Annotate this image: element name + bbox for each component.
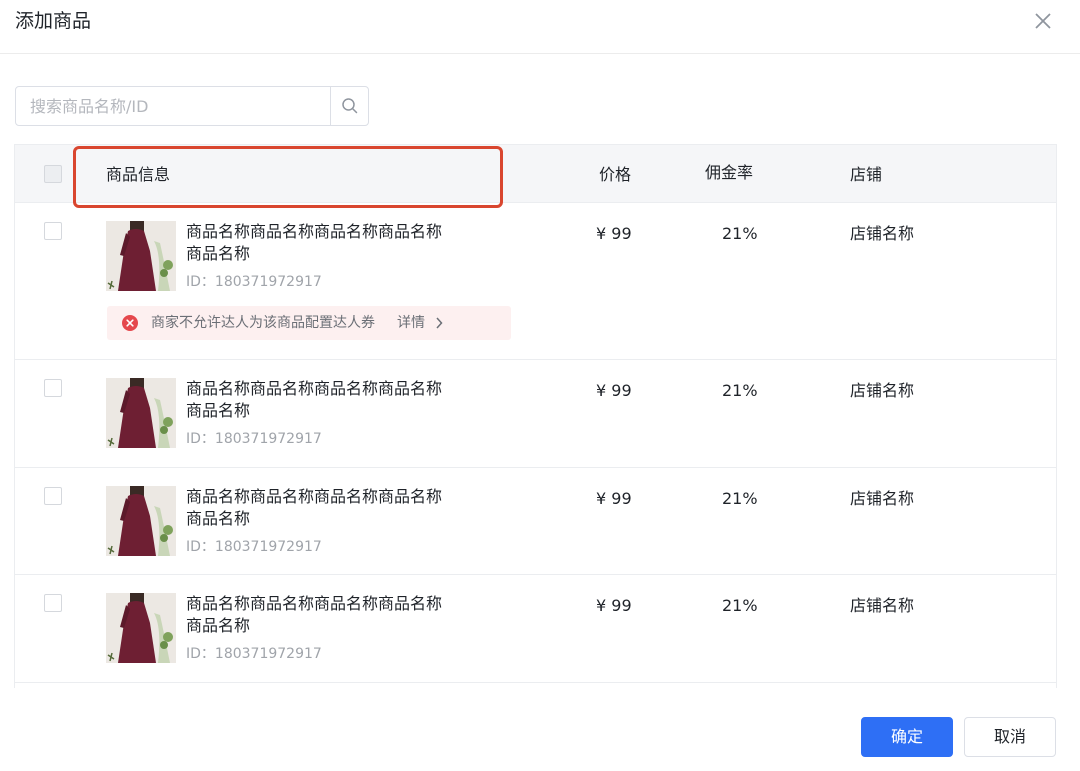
table-row: 商品名称商品名称商品名称商品名称 商品名称 ID：180371972917 ¥ … bbox=[15, 468, 1056, 575]
product-name: 商品名称商品名称商品名称商品名称 bbox=[186, 379, 443, 398]
row-checkbox[interactable] bbox=[44, 487, 62, 505]
product-name: 商品名称商品名称商品名称商品名称 bbox=[186, 487, 443, 506]
select-all-checkbox[interactable] bbox=[44, 165, 62, 183]
search-icon bbox=[342, 98, 358, 114]
commission-rate: 21% bbox=[722, 381, 758, 400]
shop-name: 店铺名称 bbox=[850, 489, 915, 508]
product-name-line2: 商品名称 bbox=[186, 616, 251, 635]
product-price: ¥ 99 bbox=[596, 224, 632, 243]
product-name-line2: 商品名称 bbox=[186, 244, 251, 263]
close-icon[interactable] bbox=[1030, 8, 1056, 34]
product-thumbnail bbox=[106, 593, 176, 663]
row-checkbox[interactable] bbox=[44, 222, 62, 240]
search-box bbox=[15, 86, 369, 126]
table-header: 商品信息 价格 佣金率 店铺 bbox=[15, 145, 1056, 203]
product-id: ID：180371972917 bbox=[186, 539, 322, 555]
commission-rate: 21% bbox=[722, 489, 758, 508]
product-price: ¥ 99 bbox=[596, 596, 632, 615]
warning-details-link[interactable]: 详情 bbox=[397, 313, 425, 333]
dialog-title: 添加商品 bbox=[15, 10, 92, 32]
search-button[interactable] bbox=[330, 87, 368, 125]
row-checkbox[interactable] bbox=[44, 594, 62, 612]
warning-banner: 商家不允许达人为该商品配置达人券 详情 bbox=[107, 306, 511, 340]
table-row: 商品名称商品名称商品名称商品名称 商品名称 ID：180371972917 ¥ … bbox=[15, 575, 1056, 683]
chevron-right-icon bbox=[436, 317, 443, 329]
product-id: ID：180371972917 bbox=[186, 274, 322, 290]
column-header-info: 商品信息 bbox=[106, 165, 171, 184]
product-price: ¥ 99 bbox=[596, 381, 632, 400]
commission-rate: 21% bbox=[722, 596, 758, 615]
product-price: ¥ 99 bbox=[596, 489, 632, 508]
table-row: 商品名称商品名称商品名称商品名称 商品名称 ID：180371972917 ¥ … bbox=[15, 360, 1056, 468]
product-name-line2: 商品名称 bbox=[186, 509, 251, 528]
column-header-price: 价格 bbox=[599, 165, 632, 184]
product-name: 商品名称商品名称商品名称商品名称 bbox=[186, 222, 443, 241]
warning-text: 商家不允许达人为该商品配置达人券 bbox=[151, 315, 375, 331]
product-id: ID：180371972917 bbox=[186, 646, 322, 662]
table-row: 商品名称商品名称商品名称商品名称 商品名称 ID：180371972917 ¥ … bbox=[15, 203, 1056, 360]
product-thumbnail bbox=[106, 221, 176, 291]
commission-rate: 21% bbox=[722, 224, 758, 243]
product-table: 商品信息 价格 佣金率 店铺 商品名称商品名称商品名称商品名称 商品名称 ID：… bbox=[14, 144, 1057, 688]
product-name: 商品名称商品名称商品名称商品名称 bbox=[186, 594, 443, 613]
shop-name: 店铺名称 bbox=[850, 224, 915, 243]
product-thumbnail bbox=[106, 486, 176, 556]
shop-name: 店铺名称 bbox=[850, 381, 915, 400]
product-name-line2: 商品名称 bbox=[186, 401, 251, 420]
search-input[interactable] bbox=[16, 87, 330, 125]
shop-name: 店铺名称 bbox=[850, 596, 915, 615]
dialog-header: 添加商品 bbox=[0, 0, 1080, 54]
product-thumbnail bbox=[106, 378, 176, 448]
cancel-button[interactable]: 取消 bbox=[964, 717, 1056, 757]
product-id: ID：180371972917 bbox=[186, 431, 322, 447]
error-circle-icon bbox=[122, 315, 138, 331]
column-header-shop: 店铺 bbox=[850, 165, 883, 184]
confirm-button[interactable]: 确定 bbox=[861, 717, 953, 757]
column-header-rate: 佣金率 bbox=[705, 163, 754, 182]
row-checkbox[interactable] bbox=[44, 379, 62, 397]
